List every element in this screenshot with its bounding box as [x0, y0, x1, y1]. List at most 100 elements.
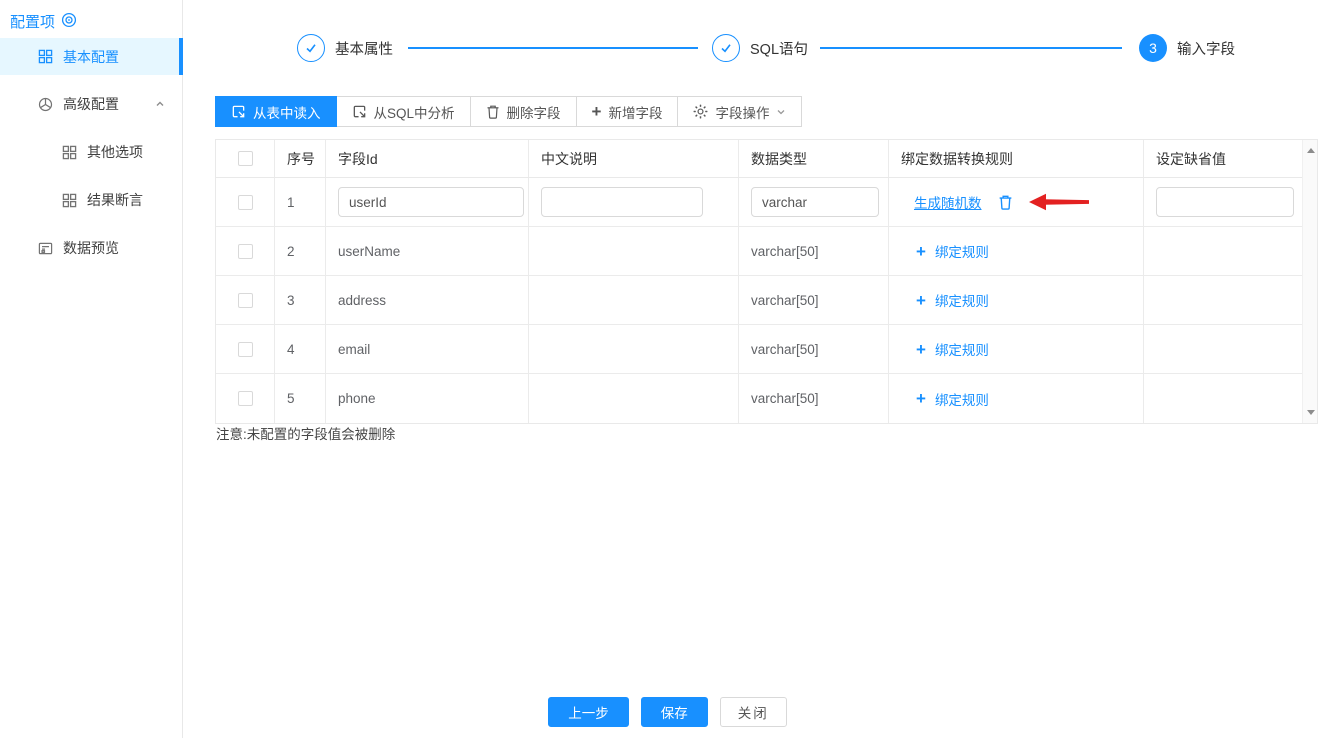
table-scrollbar[interactable] — [1302, 140, 1317, 423]
default-value-text — [1144, 374, 1302, 423]
column-header-default: 设定缺省值 — [1156, 150, 1226, 167]
sphere-icon — [38, 97, 53, 112]
default-value-text — [1144, 227, 1302, 275]
bind-rule-link[interactable]: + 绑定规则 — [916, 241, 989, 261]
grid-icon — [62, 145, 77, 160]
row-index: 2 — [275, 227, 326, 275]
description-text — [529, 374, 739, 423]
plus-icon: + — [916, 241, 926, 261]
column-header-index: 序号 — [275, 140, 326, 177]
sidebar-item-other-options[interactable]: 其他选项 — [0, 136, 183, 168]
field-id-text: address — [326, 276, 529, 324]
previous-step-button[interactable]: 上一步 — [548, 697, 629, 727]
sidebar-item-label: 其他选项 — [87, 144, 143, 160]
field-id-text: userName — [326, 227, 529, 275]
row-index: 3 — [275, 276, 326, 324]
field-id-text: phone — [326, 374, 529, 423]
data-type-text: varchar[50] — [739, 227, 889, 275]
step-connector — [408, 47, 698, 49]
bind-rule-label: 绑定规则 — [934, 392, 989, 408]
sidebar-item-result-assertion[interactable]: 结果断言 — [0, 184, 183, 216]
table-row: 4 email varchar[50] + 绑定规则 — [216, 325, 1302, 374]
bind-rule-link[interactable]: + 绑定规则 — [916, 339, 989, 359]
sidebar-item-label: 高级配置 — [63, 96, 119, 112]
sidebar-item-basic-config[interactable]: 基本配置 — [0, 38, 183, 75]
description-input[interactable] — [541, 187, 703, 217]
sidebar: 配置项 基本配置 高级配置 其他选项 结果断言 数据预览 — [0, 0, 183, 738]
plus-icon: + — [916, 389, 926, 408]
add-field-button[interactable]: + 新增字段 — [575, 96, 679, 127]
close-button[interactable]: 关闭 — [719, 697, 787, 727]
chevron-down-icon — [776, 107, 786, 117]
data-type-input[interactable] — [751, 187, 879, 217]
sidebar-title-label: 配置项 — [10, 14, 56, 31]
chevron-up-icon[interactable] — [155, 99, 165, 109]
row-checkbox[interactable] — [237, 243, 253, 259]
delete-field-button[interactable]: 删除字段 — [469, 96, 577, 127]
scroll-up-icon[interactable] — [1307, 148, 1315, 153]
table-row: 5 phone varchar[50] + 绑定规则 — [216, 374, 1302, 423]
button-label: 新增字段 — [608, 105, 663, 121]
trash-icon — [486, 104, 500, 119]
grid-icon — [38, 49, 53, 64]
plus-icon: + — [916, 339, 926, 359]
step-label: SQL语句 — [750, 41, 809, 58]
step-label: 基本属性 — [335, 41, 393, 58]
analyze-from-sql-button[interactable]: 从SQL中分析 — [335, 96, 471, 127]
row-checkbox[interactable] — [237, 194, 253, 210]
plus-icon: + — [591, 102, 602, 121]
column-header-rule: 绑定数据转换规则 — [889, 140, 1144, 177]
step-done-check-icon — [712, 34, 740, 62]
annotation-arrow-icon — [1028, 192, 1091, 212]
field-operations-button[interactable]: 字段操作 — [677, 96, 803, 127]
fields-table: 序号 字段Id 中文说明 数据类型 绑定数据转换规则 设定缺省值 1 生成随机数 — [215, 139, 1318, 424]
field-toolbar: 从表中读入 从SQL中分析 删除字段 + 新增字段 字段操作 — [215, 96, 803, 127]
scroll-down-icon[interactable] — [1307, 410, 1315, 415]
select-all-cell — [216, 140, 275, 177]
default-value-input[interactable] — [1156, 187, 1294, 217]
step-sql-statement: SQL语句 — [712, 34, 808, 62]
table-row: 1 生成随机数 — [216, 178, 1302, 227]
default-value-text — [1144, 325, 1302, 373]
read-from-table-button[interactable]: 从表中读入 — [215, 96, 337, 127]
row-index: 1 — [275, 178, 326, 226]
default-value-text — [1144, 276, 1302, 324]
table-note: 注意:未配置的字段值会被删除 — [216, 427, 396, 442]
bind-rule-label: 绑定规则 — [934, 294, 989, 309]
button-label: 从SQL中分析 — [373, 105, 455, 121]
sidebar-item-label: 结果断言 — [87, 192, 143, 208]
table-header-row: 序号 字段Id 中文说明 数据类型 绑定数据转换规则 设定缺省值 — [216, 140, 1302, 178]
bind-rule-link[interactable]: + 绑定规则 — [916, 290, 989, 310]
sidebar-title: 配置项 — [10, 11, 77, 32]
column-header-description: 中文说明 — [529, 140, 739, 177]
row-checkbox[interactable] — [237, 391, 253, 406]
select-import-icon — [231, 104, 246, 119]
field-id-text: email — [326, 325, 529, 373]
save-button[interactable]: 保存 — [640, 697, 708, 727]
select-import-icon — [352, 104, 367, 119]
row-index: 5 — [275, 374, 326, 423]
row-checkbox[interactable] — [237, 292, 253, 308]
sidebar-item-advanced-config[interactable]: 高级配置 — [0, 88, 183, 120]
row-index: 4 — [275, 325, 326, 373]
footer-actions: 上一步 保存 关闭 — [0, 697, 1335, 727]
active-indicator — [179, 38, 183, 75]
target-icon — [61, 12, 77, 32]
remove-rule-trash-icon[interactable] — [998, 194, 1013, 210]
bind-rule-link[interactable]: + 绑定规则 — [916, 389, 989, 409]
table-row: 2 userName varchar[50] + 绑定规则 — [216, 227, 1302, 276]
column-header-data-type: 数据类型 — [739, 140, 889, 177]
sidebar-item-data-preview[interactable]: 数据预览 — [0, 232, 183, 264]
plus-icon: + — [916, 290, 926, 310]
field-id-input[interactable] — [338, 187, 524, 217]
step-connector — [820, 47, 1122, 49]
select-all-checkbox[interactable] — [237, 151, 253, 166]
step-input-fields: 3 输入字段 — [1139, 34, 1235, 62]
grid-icon — [62, 193, 77, 208]
gear-icon — [693, 104, 708, 119]
data-type-text: varchar[50] — [739, 374, 889, 423]
generate-random-link[interactable]: 生成随机数 — [914, 192, 982, 212]
button-label: 从表中读入 — [253, 105, 321, 121]
row-checkbox[interactable] — [237, 341, 253, 357]
column-header-field-id: 字段Id — [326, 140, 529, 177]
